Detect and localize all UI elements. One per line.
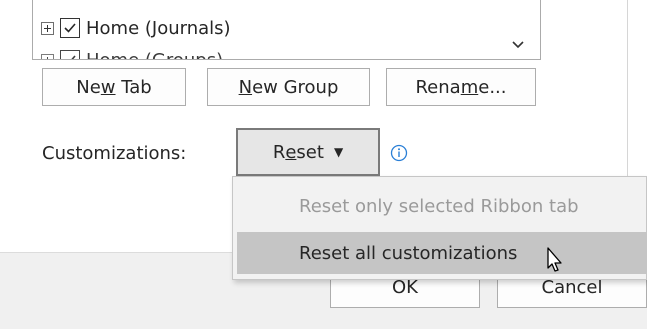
checkbox-checked-icon[interactable] <box>60 50 80 59</box>
menu-item-reset-all[interactable]: Reset all customizations <box>237 232 647 274</box>
ribbon-tabs-tree[interactable]: Home (Journals) Home (Groups) <box>32 0 541 60</box>
tree-item[interactable]: Home (Journals) <box>41 13 231 43</box>
menu-item-reset-selected-tab: Reset only selected Ribbon tab <box>299 195 579 217</box>
checkbox-checked-icon[interactable] <box>60 18 80 38</box>
expand-icon[interactable] <box>41 21 54 35</box>
pointer-cursor-icon <box>547 247 562 272</box>
tree-item-label: Home (Journals) <box>86 17 231 39</box>
new-tab-button[interactable]: Ne w Tab <box>42 68 186 106</box>
tree-item[interactable]: Home (Groups) <box>41 45 224 60</box>
dropdown-caret-icon: ▼ <box>333 145 344 159</box>
rename-button[interactable]: Rena m e... <box>386 68 536 106</box>
new-group-button[interactable]: New Group <box>207 68 370 106</box>
reset-dropdown-menu: Reset only selected Ribbon tab Reset all… <box>232 176 647 280</box>
chevron-down-icon[interactable] <box>510 39 526 51</box>
dialog: Home (Journals) Home (Groups) Ne w Tab Ne… <box>0 0 647 329</box>
expand-icon[interactable] <box>41 53 54 59</box>
customizations-label: Customizations: <box>42 143 187 164</box>
reset-dropdown-button[interactable]: Re set ▼ <box>236 128 380 176</box>
info-icon[interactable] <box>390 144 408 162</box>
tree-item-label: Home (Groups) <box>86 49 224 60</box>
